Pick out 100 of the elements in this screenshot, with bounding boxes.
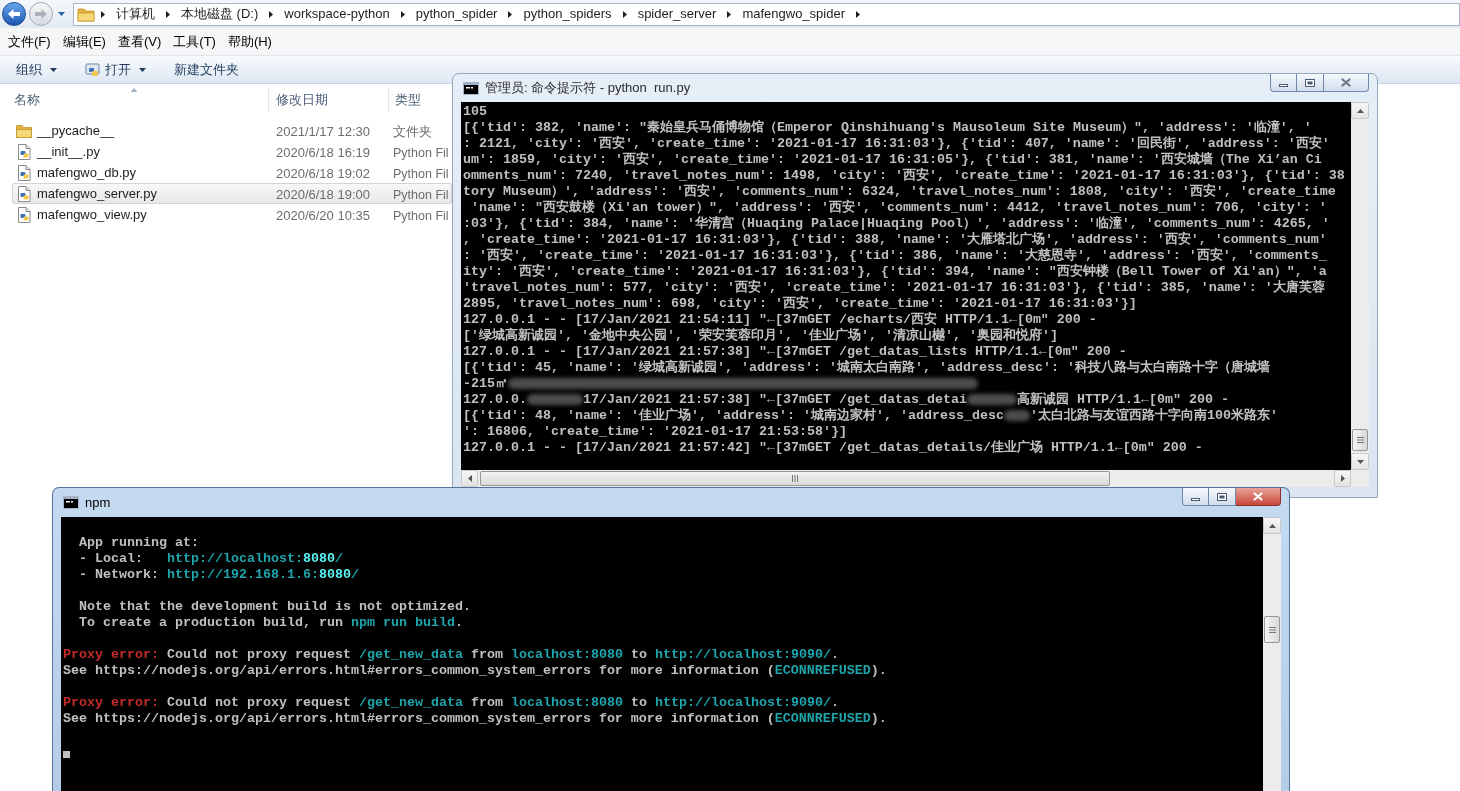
console-text: ': 16806, 'create_time': '2021-01-17 21:53:58'}] [463,424,847,439]
scroll-thumb[interactable] [1264,616,1280,643]
file-type: Python Fil [393,166,449,181]
menu-item[interactable]: 编辑(E) [56,30,112,53]
toolbar-button[interactable]: 新建文件夹 [166,57,247,82]
triangle-right-icon[interactable] [400,10,405,18]
triangle-right-icon[interactable] [622,10,627,18]
file-date: 2020/6/18 19:02 [276,165,370,181]
highlighted-text: http://localhost:9090/ [654,695,831,710]
file-name: mafengwo_server.py [37,184,157,203]
close-icon [1253,492,1263,501]
file-row[interactable]: mafengwo_db.py 2020/6/18 19:02 Python Fil [12,162,452,183]
file-name: __init__.py [37,142,100,161]
console-text: 高新诚园 HTTP/1.1←[0m" 200 - [1016,392,1229,407]
triangle-right-icon[interactable] [856,10,860,18]
file-date: 2020/6/18 16:19 [276,144,370,160]
console-text: -215㎡ [463,376,508,391]
close-button[interactable] [1236,488,1281,506]
vertical-scrollbar[interactable] [1351,102,1369,470]
console-text: 105 [463,104,487,119]
highlighted-text: http://192.168.1.6: [167,567,319,582]
minimize-button[interactable] [1270,74,1297,92]
address-bar[interactable]: 计算机 本地磁盘 (D:) workspace-python python_spider python_spiders spider_server mafengwo_spider [73,2,1460,26]
triangle-right-icon[interactable] [166,10,170,18]
highlighted-text: / [350,567,359,582]
console-text: to [629,695,648,710]
breadcrumb-item[interactable]: 本地磁盘 (D:) [181,6,259,22]
document-icon [16,143,32,160]
caret-down-icon [57,12,65,16]
window-title: 管理员: 命令提示符 - python run.py [485,79,691,98]
scroll-left-button[interactable] [461,470,478,487]
console-text: from [469,695,504,710]
console-text: ity': '西安', 'create_time': '2021-01-17 16:31:03'}, {'tid': 394, 'name': "西安钟楼（Bell Tower of Xi'an）", 'a [463,264,1327,279]
highlighted-text: /get_new_data [358,695,463,710]
file-name: mafengwo_view.py [37,205,147,224]
scroll-up-button[interactable] [1263,517,1281,534]
console-text: tory Museum）', 'address': '西安', 'comments_num': 6324, 'travel_notes_num': 1808, 'city': '西安', 'create_time [463,184,1336,199]
breadcrumb-item[interactable]: 计算机 [116,6,155,22]
program-icon [85,61,101,78]
maximize-button[interactable] [1209,488,1236,506]
scroll-thumb[interactable] [480,471,1110,486]
emphasized-text: 8080 [318,567,351,582]
window-title: npm [85,493,111,512]
toolbar-button[interactable]: 打开 [77,57,154,82]
column-header[interactable]: 修改日期 [269,88,388,112]
highlighted-text: http://localhost: [167,551,303,566]
triangle-right-icon[interactable] [508,10,513,18]
column-header[interactable]: 名称 [0,88,268,112]
file-name: mafengwo_db.py [37,163,136,182]
breadcrumb-item[interactable]: python_spiders [523,6,612,22]
triangle-right-icon[interactable] [727,10,732,18]
document-icon [16,185,32,202]
menu-item[interactable]: 帮助(H) [221,30,278,53]
arrow-left-icon [7,8,21,20]
scroll-right-button[interactable] [1334,470,1351,487]
minimize-button[interactable] [1182,488,1209,506]
vertical-scrollbar[interactable] [1263,517,1281,791]
file-row[interactable]: __init__.py 2020/6/18 16:19 Python Fil [12,141,452,162]
console-text: See https://nodejs.org/api/errors.html#errors_common_system_errors for more information ( [63,711,775,726]
document-icon [16,164,32,181]
console-text: . [454,615,463,630]
blur-smudge [1003,410,1030,421]
console-text: omments_num': 7240, 'travel_notes_num': 1498, 'city': '西安', 'create_time': '2021-01-17 16:31:03'}, {'tid': 38 [463,168,1345,183]
console-text: :03'}, {'tid': 384, 'name': '华清宫（Huaqing Palace|Huaqing Pool）', 'address': '临潼', 'comments_num': 4265, ' [463,216,1330,231]
triangle-right-icon[interactable] [269,10,274,18]
scroll-up-button[interactable] [1351,102,1369,119]
sort-caret-icon [130,88,138,92]
maximize-button[interactable] [1297,74,1324,92]
console-text: 'name': "西安鼓楼（Xi'an tower）", 'address': '西安', 'comments_num': 4412, 'travel_notes_num': 706, 'city': ' [470,200,1327,215]
menu-item[interactable]: 查看(V) [111,30,168,53]
scroll-down-button[interactable] [1351,453,1369,470]
breadcrumb-item[interactable]: spider_server [637,6,717,22]
breadcrumb-item[interactable]: python_spider [415,6,498,22]
triangle-up-icon [1268,523,1276,528]
close-icon [1341,78,1351,87]
highlighted-text: / [334,551,343,566]
scroll-thumb[interactable] [1352,429,1368,451]
toolbar-button[interactable]: 组织 [8,57,65,82]
triangle-right-icon[interactable] [101,10,105,18]
menu-item[interactable]: 文件(F) [2,30,57,53]
file-date: 2020/6/20 10:35 [276,207,370,223]
maximize-icon [1217,492,1227,501]
grip-icon [1268,626,1276,633]
breadcrumb-item[interactable]: workspace-python [284,6,390,22]
horizontal-scrollbar[interactable] [461,470,1351,487]
breadcrumb-item[interactable]: mafengwo_spider [742,6,845,22]
close-button[interactable] [1324,74,1369,92]
console-text: 127.0.0.1 - - [17/Jan/2021 21:57:42] "←[37mGET /get_datas_details/佳业广场 HTTP/1.1←[0m" 200 - [463,440,1203,455]
console-text: App running at: [78,535,199,550]
console-text: : '西安', 'create_time': '2021-01-17 16:31:03'}, {'tid': 386, 'name': '大慈恩寺', 'address': '西安', 'comments_ [463,248,1327,263]
console-text: 2895, 'travel_notes_num': 698, 'city': '西安', 'create_time': '2021-01-17 16:31:03'}] [463,296,1137,311]
console-text: See https://nodejs.org/api/errors.html#errors_common_system_errors for more information ( [63,663,775,678]
highlighted-text: ECONNREFUSED [774,663,871,678]
file-row[interactable]: mafengwo_server.py 2020/6/18 19:00 Python Fil [12,183,452,204]
file-row[interactable]: __pycache__ 2021/1/17 12:30 文件夹 [12,120,452,141]
column-header[interactable]: 类型 [389,88,451,112]
back-button[interactable] [2,2,26,26]
error-label: Proxy error: [63,695,159,710]
menu-item[interactable]: 工具(T) [167,30,222,53]
file-row[interactable]: mafengwo_view.py 2020/6/20 10:35 Python Fil [12,204,452,225]
